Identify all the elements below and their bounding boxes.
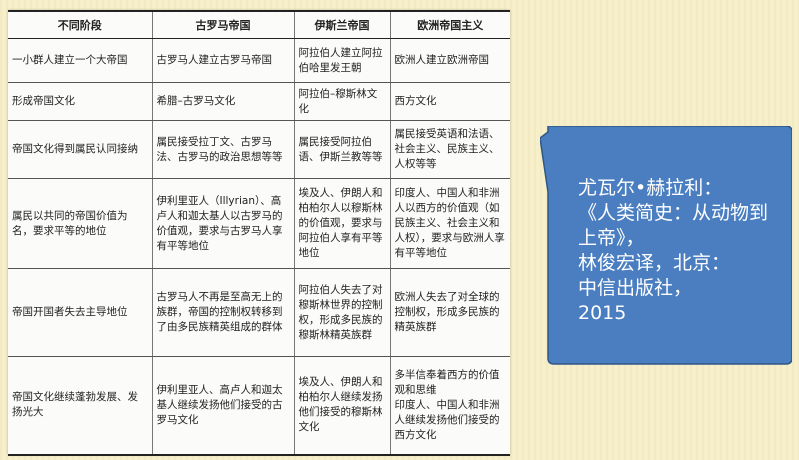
table-cell: 阿拉伯人建立阿拉伯哈里发王朝 xyxy=(293,38,390,83)
header-european-imperialism: 欧洲帝国主义 xyxy=(389,10,510,39)
table-cell: 属民接受拉丁文、古罗马法、古罗马的政治思想等等 xyxy=(151,120,294,179)
table-cell: 欧洲人建立欧洲帝国 xyxy=(389,38,510,83)
table-cell: 伊利里亚人（Illyrian）、高卢人和迦太基人以古罗马的价值观，要求与古罗马人… xyxy=(151,178,294,269)
table-row: 帝国文化继续蓬勃发展、发扬光大 伊利里亚人、高卢人和迦太基人继续发扬他们接受的古… xyxy=(8,356,510,456)
table-cell: 形成帝国文化 xyxy=(8,82,152,121)
table-header-row: 不同阶段 古罗马帝国 伊斯兰帝国 欧洲帝国主义 xyxy=(8,10,510,39)
table-cell: 阿拉伯人失去了对穆斯林世界的控制权，形成多民族的穆斯林精英族群 xyxy=(293,268,390,357)
table-cell: 西方文化 xyxy=(389,82,510,121)
table-cell: 属民接受英语和法语、社会主义、民族主义、人权等等 xyxy=(389,120,510,179)
table-cell: 属民以共同的帝国价值为名，要求平等的地位 xyxy=(8,178,152,269)
table-cell: 希腊–古罗马文化 xyxy=(151,82,294,121)
header-roman-empire: 古罗马帝国 xyxy=(151,10,294,39)
table-cell: 帝国开国者失去主导地位 xyxy=(8,268,152,357)
table-cell: 古罗马人不再是至高无上的族群，帝国的控制权转移到了由多民族精英组成的群体 xyxy=(151,268,294,357)
table-cell: 属民接受阿拉伯语、伊斯兰教等等 xyxy=(293,120,390,179)
table-row: 属民以共同的帝国价值为名，要求平等的地位 伊利里亚人（Illyrian）、高卢人… xyxy=(8,178,510,269)
comparison-table: 不同阶段 古罗马帝国 伊斯兰帝国 欧洲帝国主义 一小群人建立一个大帝国 古罗马人… xyxy=(8,10,510,456)
table-row: 形成帝国文化 希腊–古罗马文化 阿拉伯–穆斯林文化 西方文化 xyxy=(8,82,510,121)
header-islamic-empire: 伊斯兰帝国 xyxy=(293,10,390,39)
table-cell: 埃及人、伊朗人和柏柏尔人继续发扬他们接受的穆斯林文化 xyxy=(293,356,390,456)
comparison-table-image: 不同阶段 古罗马帝国 伊斯兰帝国 欧洲帝国主义 一小群人建立一个大帝国 古罗马人… xyxy=(8,10,510,456)
table-cell: 印度人、中国人和非洲人以西方的价值观（如民族主义、社会主义和人权），要求与欧洲人… xyxy=(389,178,510,269)
header-stage: 不同阶段 xyxy=(8,10,152,39)
citation-text: 尤瓦尔•赫拉利： 《人类简史：从动物到上帝》， 林俊宏译，北京： 中信出版社， … xyxy=(578,177,769,324)
table-cell: 伊利里亚人、高卢人和迦太基人继续发扬他们接受的古罗马文化 xyxy=(151,356,294,456)
table-cell: 帝国文化得到属民认同接纳 xyxy=(8,120,152,179)
table-row: 一小群人建立一个大帝国 古罗马人建立古罗马帝国 阿拉伯人建立阿拉伯哈里发王朝 欧… xyxy=(8,38,510,83)
table-cell: 一小群人建立一个大帝国 xyxy=(8,38,152,83)
table-cell: 欧洲人失去了对全球的控制权，形成多民族的精英族群 xyxy=(389,268,510,357)
table-cell: 帝国文化继续蓬勃发展、发扬光大 xyxy=(8,356,152,456)
table-row: 帝国文化得到属民认同接纳 属民接受拉丁文、古罗马法、古罗马的政治思想等等 属民接… xyxy=(8,120,510,179)
citation-callout: 尤瓦尔•赫拉利： 《人类简史：从动物到上帝》， 林俊宏译，北京： 中信出版社， … xyxy=(540,126,792,366)
table-cell: 阿拉伯–穆斯林文化 xyxy=(293,82,390,121)
table-row: 帝国开国者失去主导地位 古罗马人不再是至高无上的族群，帝国的控制权转移到了由多民… xyxy=(8,268,510,357)
table-cell: 多半信奉着西方的价值观和思维 印度人、中国人和非洲人继续发扬他们接受的西方文化 xyxy=(389,356,510,456)
table-cell: 埃及人、伊朗人和柏柏尔人以穆斯林的价值观，要求与阿拉伯人享有平等地位 xyxy=(293,178,390,269)
table-cell: 古罗马人建立古罗马帝国 xyxy=(151,38,294,83)
